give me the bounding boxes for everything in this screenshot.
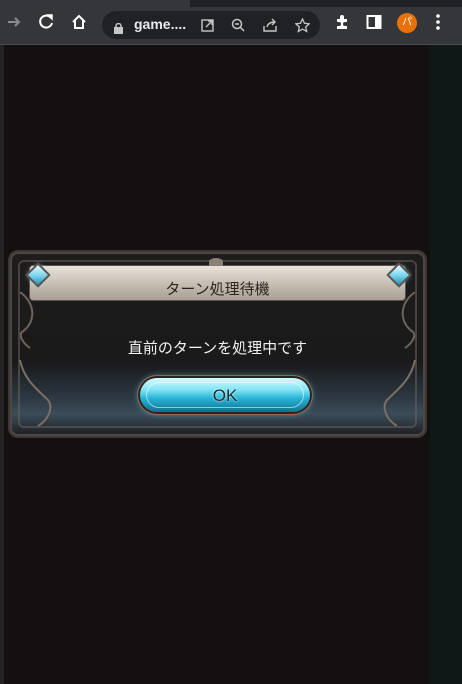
open-in-window-icon[interactable] bbox=[199, 17, 215, 33]
lock-icon bbox=[114, 19, 123, 38]
home-icon[interactable] bbox=[69, 12, 89, 32]
menu-kebab-icon[interactable] bbox=[428, 12, 448, 32]
bookmark-star-icon[interactable] bbox=[294, 17, 310, 33]
dialog-title: ターン処理待機 bbox=[165, 280, 270, 298]
dialog-title-bar: ターン処理待機 bbox=[30, 266, 405, 300]
extensions-icon[interactable] bbox=[332, 12, 352, 32]
reload-icon[interactable] bbox=[36, 12, 56, 32]
url-text[interactable]: game.... bbox=[134, 16, 186, 32]
bottom-right-ornament-icon bbox=[383, 360, 416, 427]
dialog-message: 直前のターンを処理中です bbox=[127, 339, 308, 357]
title-crest-icon bbox=[209, 258, 223, 266]
page-side-strip bbox=[430, 45, 462, 684]
turn-processing-dialog: ターン処理待機 直前のターンを処理中です OK bbox=[10, 252, 425, 436]
forward-icon[interactable] bbox=[4, 12, 24, 32]
profile-avatar[interactable]: パ bbox=[397, 13, 417, 33]
ok-button-label: OK bbox=[212, 386, 238, 405]
ok-button[interactable]: OK bbox=[140, 378, 310, 412]
share-icon[interactable] bbox=[262, 17, 278, 33]
side-panel-icon[interactable] bbox=[364, 12, 384, 32]
bottom-left-ornament-icon bbox=[19, 360, 52, 427]
tab-strip bbox=[190, 0, 462, 7]
browser-toolbar: game.... パ bbox=[0, 0, 462, 45]
address-bar[interactable]: game.... bbox=[102, 11, 320, 39]
zoom-icon[interactable] bbox=[230, 17, 246, 33]
